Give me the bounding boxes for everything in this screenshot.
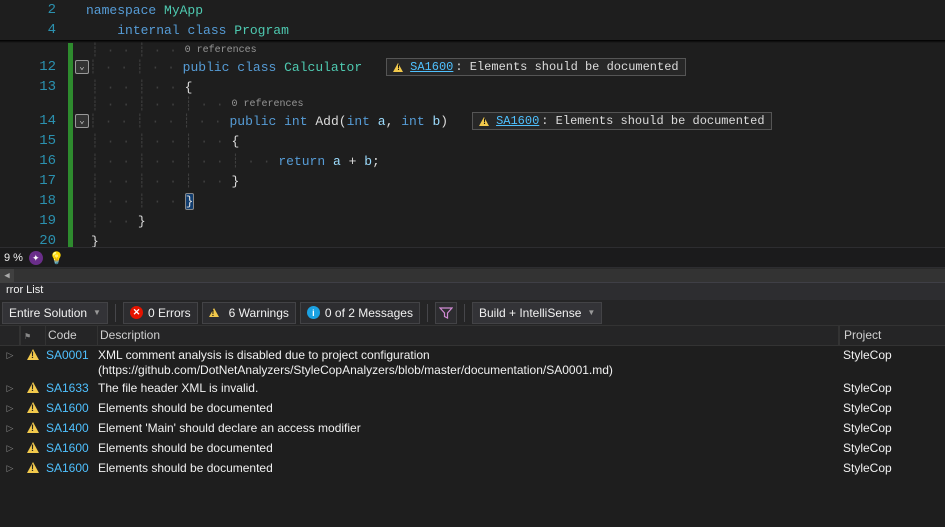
expand-toggle[interactable]: ▷ xyxy=(0,420,20,434)
rule-code[interactable]: SA0001 xyxy=(46,347,98,362)
rule-code[interactable]: SA1600 xyxy=(46,440,98,455)
rule-code[interactable]: SA1600 xyxy=(46,400,98,415)
scope-dropdown[interactable]: Entire Solution ▼ xyxy=(2,302,108,324)
expand-toggle[interactable]: ▷ xyxy=(0,380,20,394)
errors-filter[interactable]: ✕ 0 Errors xyxy=(123,302,198,324)
inline-warning[interactable]: SA1600: Elements should be documented xyxy=(386,58,685,76)
code-line[interactable]: 2namespace MyApp xyxy=(0,0,945,20)
error-list-toolbar: Entire Solution ▼ ✕ 0 Errors 6 Warnings … xyxy=(0,300,945,326)
error-row[interactable]: ▷ SA1600 Elements should be documented S… xyxy=(0,459,945,479)
rule-code[interactable]: SA1600 xyxy=(46,460,98,475)
no-issues-icon[interactable]: ✦ xyxy=(29,251,43,265)
code-line[interactable]: 18┊ · · ┊ · · } xyxy=(0,191,945,211)
project-name: StyleCop xyxy=(839,420,945,435)
error-row[interactable]: ▷ SA1600 Elements should be documented S… xyxy=(0,399,945,419)
filter-button[interactable] xyxy=(435,302,457,324)
expand-toggle[interactable]: ▷ xyxy=(0,400,20,414)
rule-description: The file header XML is invalid. xyxy=(98,380,839,396)
code-line[interactable]: 16┊ · · ┊ · · ┊ · · ┊ · · return a + b; xyxy=(0,151,945,171)
warning-icon xyxy=(479,117,489,126)
zoom-level[interactable]: 9 % xyxy=(4,252,23,264)
fold-toggle[interactable]: ⌄ xyxy=(75,114,89,128)
code-line[interactable]: 15┊ · · ┊ · · ┊ · · { xyxy=(0,131,945,151)
lightbulb-icon[interactable]: 💡 xyxy=(49,251,64,265)
rule-code[interactable]: SA1633 xyxy=(46,380,98,395)
horizontal-scrollbar[interactable]: ◀ xyxy=(0,268,945,282)
rule-description: Element 'Main' should declare an access … xyxy=(98,420,839,436)
code-line[interactable]: 13┊ · · ┊ · · { xyxy=(0,77,945,97)
fold-toggle[interactable]: ⌄ xyxy=(75,60,89,74)
project-name: StyleCop xyxy=(839,460,945,475)
warning-icon xyxy=(27,402,39,413)
error-icon: ✕ xyxy=(130,306,143,319)
info-icon: i xyxy=(307,306,320,319)
code-line[interactable]: 20} xyxy=(0,231,945,247)
code-line[interactable]: 19┊ · · } xyxy=(0,211,945,231)
error-list-title: rror List xyxy=(0,282,945,300)
warnings-filter[interactable]: 6 Warnings xyxy=(202,302,296,324)
scope-label: Entire Solution xyxy=(9,306,87,320)
editor-status-bar: 9 % ✦ 💡 xyxy=(0,247,945,268)
error-row[interactable]: ▷ SA1400 Element 'Main' should declare a… xyxy=(0,419,945,439)
warning-icon xyxy=(27,462,39,473)
expand-toggle[interactable]: ▷ xyxy=(0,347,20,361)
project-name: StyleCop xyxy=(839,440,945,455)
code-line[interactable]: 14⌄┊ · · ┊ · · ┊ · · public int Add(int … xyxy=(0,111,945,131)
build-mode-label: Build + IntelliSense xyxy=(479,306,581,320)
error-row[interactable]: ▷ SA0001 XML comment analysis is disable… xyxy=(0,346,945,379)
warning-icon xyxy=(27,382,39,393)
rule-description: Elements should be documented xyxy=(98,460,839,476)
errors-count: 0 Errors xyxy=(148,306,191,320)
project-name: StyleCop xyxy=(839,347,945,362)
error-list: ▷ SA0001 XML comment analysis is disable… xyxy=(0,346,945,479)
project-name: StyleCop xyxy=(839,380,945,395)
column-code[interactable]: Code xyxy=(46,326,98,345)
expand-toggle[interactable]: ▷ xyxy=(0,460,20,474)
rule-link[interactable]: SA1600 xyxy=(410,60,453,74)
messages-filter[interactable]: i 0 of 2 Messages xyxy=(300,302,420,324)
column-description[interactable]: Description xyxy=(98,326,839,345)
project-name: StyleCop xyxy=(839,400,945,415)
error-row[interactable]: ▷ SA1600 Elements should be documented S… xyxy=(0,439,945,459)
rule-description: Elements should be documented xyxy=(98,400,839,416)
error-row[interactable]: ▷ SA1633 The file header XML is invalid.… xyxy=(0,379,945,399)
category-flag-icon: ⚑ xyxy=(21,332,31,341)
code-line[interactable]: 12⌄┊ · · ┊ · · public class CalculatorSA… xyxy=(0,57,945,77)
warning-icon xyxy=(27,349,39,360)
warning-icon xyxy=(209,308,219,317)
rule-link[interactable]: SA1600 xyxy=(496,114,539,128)
warning-icon xyxy=(27,422,39,433)
chevron-down-icon: ▼ xyxy=(93,308,101,317)
code-editor[interactable]: 2namespace MyApp4 internal class Program… xyxy=(0,0,945,247)
warnings-count: 6 Warnings xyxy=(229,306,289,320)
warning-icon xyxy=(27,442,39,453)
rule-description: XML comment analysis is disabled due to … xyxy=(98,347,839,378)
scroll-left-arrow[interactable]: ◀ xyxy=(0,269,14,283)
rule-code[interactable]: SA1400 xyxy=(46,420,98,435)
warning-icon xyxy=(393,63,403,72)
chevron-down-icon: ▼ xyxy=(587,308,595,317)
inline-warning[interactable]: SA1600: Elements should be documented xyxy=(472,112,771,130)
rule-description: Elements should be documented xyxy=(98,440,839,456)
messages-count: 0 of 2 Messages xyxy=(325,306,413,320)
column-project[interactable]: Project xyxy=(839,326,945,345)
code-line[interactable]: 17┊ · · ┊ · · ┊ · · } xyxy=(0,171,945,191)
expand-toggle[interactable]: ▷ xyxy=(0,440,20,454)
build-mode-dropdown[interactable]: Build + IntelliSense ▼ xyxy=(472,302,602,324)
error-list-header: ⚑ Code Description Project xyxy=(0,326,945,346)
code-line[interactable]: 4 internal class Program xyxy=(0,20,945,40)
